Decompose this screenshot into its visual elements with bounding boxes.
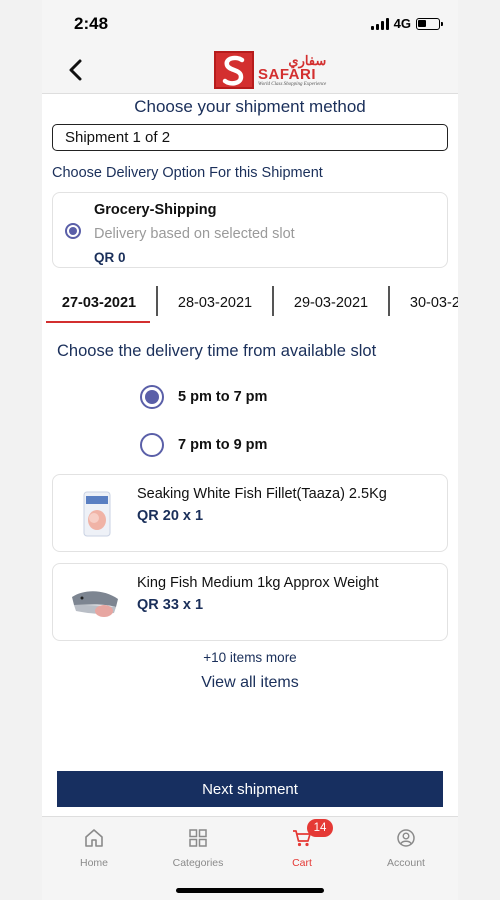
delivery-option-radio[interactable] [65,223,81,239]
date-tab[interactable]: 28-03-2021 [158,283,272,323]
slot-label: 7 pm to 9 pm [178,437,268,453]
tab-account[interactable]: Account [354,827,458,869]
logo-s-mark [214,51,254,89]
tab-label: Categories [172,857,224,869]
account-icon [397,829,415,847]
left-backdrop [0,0,42,900]
item-card[interactable]: Seaking White Fish Fillet(Taaza) 2.5Kg Q… [52,474,448,552]
right-backdrop [458,0,500,900]
shipment-indicator: Shipment 1 of 2 [52,124,448,151]
network-label: 4G [393,16,411,31]
page-title: Choose your shipment method [134,97,366,116]
home-icon [85,829,103,847]
item-name: King Fish Medium 1kg Approx Weight [137,575,379,591]
status-bar: 2:48 4G [42,0,458,48]
cart-badge: 14 [307,819,333,837]
logo-tagline: World Class Shopping Experience [258,81,327,87]
slot-radio-selected[interactable] [140,385,164,409]
tab-label: Cart [292,857,312,869]
signal-icon [370,17,389,30]
home-indicator [176,888,324,893]
tab-cart[interactable]: 14 Cart [250,819,354,869]
grid-icon [189,829,207,847]
slot-label: 5 pm to 7 pm [178,389,268,405]
next-shipment-button[interactable]: Next shipment [57,771,443,807]
slot-radio[interactable] [140,433,164,457]
delivery-option-price: QR 0 [94,250,126,265]
tab-label: Home [79,857,108,869]
tab-label: Account [387,857,425,869]
view-all-items-link[interactable]: View all items [42,674,458,692]
bottom-tab-bar: Home Categories 14 Cart Account [42,816,458,900]
delivery-option-subtitle: Delivery based on selected slot [94,226,295,242]
delivery-option-card[interactable]: Grocery-Shipping Delivery based on selec… [52,192,448,268]
tab-categories[interactable]: Categories [146,827,250,869]
date-tab[interactable]: 27-03-2021 [42,283,156,323]
king-fish-image [70,577,122,629]
battery-icon [416,17,443,30]
status-icons: 4G [370,16,443,31]
back-button[interactable] [62,56,90,84]
date-tab[interactable]: 30-03-2021 [390,283,458,323]
slot-option[interactable]: 5 pm to 7 pm [140,385,267,409]
item-name: Seaking White Fish Fillet(Taaza) 2.5Kg [137,486,387,502]
item-card[interactable]: King Fish Medium 1kg Approx Weight QR 33… [52,563,448,641]
slot-option[interactable]: 7 pm to 9 pm [140,433,267,457]
more-items-count: +10 items more [203,650,297,665]
date-tabs: 27-03-2021 28-03-2021 29-03-2021 30-03-2… [42,283,458,323]
delivery-option-title: Grocery-Shipping [94,202,217,218]
slot-section-label: Choose the delivery time from available … [57,342,377,360]
status-time: 2:48 [74,14,109,33]
tab-home[interactable]: Home [42,827,146,869]
date-tab[interactable]: 29-03-2021 [274,283,388,323]
logo-arabic: سفاري [288,52,327,68]
delivery-option-label: Choose Delivery Option For this Shipment [52,165,323,181]
item-price: QR 20 x 1 [137,508,204,524]
logo-name: SAFARI [258,65,317,83]
logo-text: سفاري SAFARI World Class Shopping Experi… [258,54,326,87]
chevron-left-icon [69,59,82,81]
phone-screen: 2:48 4G سفاري SAFARI World Class Shoppin… [42,0,458,900]
item-price: QR 33 x 1 [137,597,204,613]
safari-logo: سفاري SAFARI World Class Shopping Experi… [214,51,326,89]
app-header: سفاري SAFARI World Class Shopping Experi… [42,48,458,94]
fish-fillet-pack-image [70,488,122,540]
